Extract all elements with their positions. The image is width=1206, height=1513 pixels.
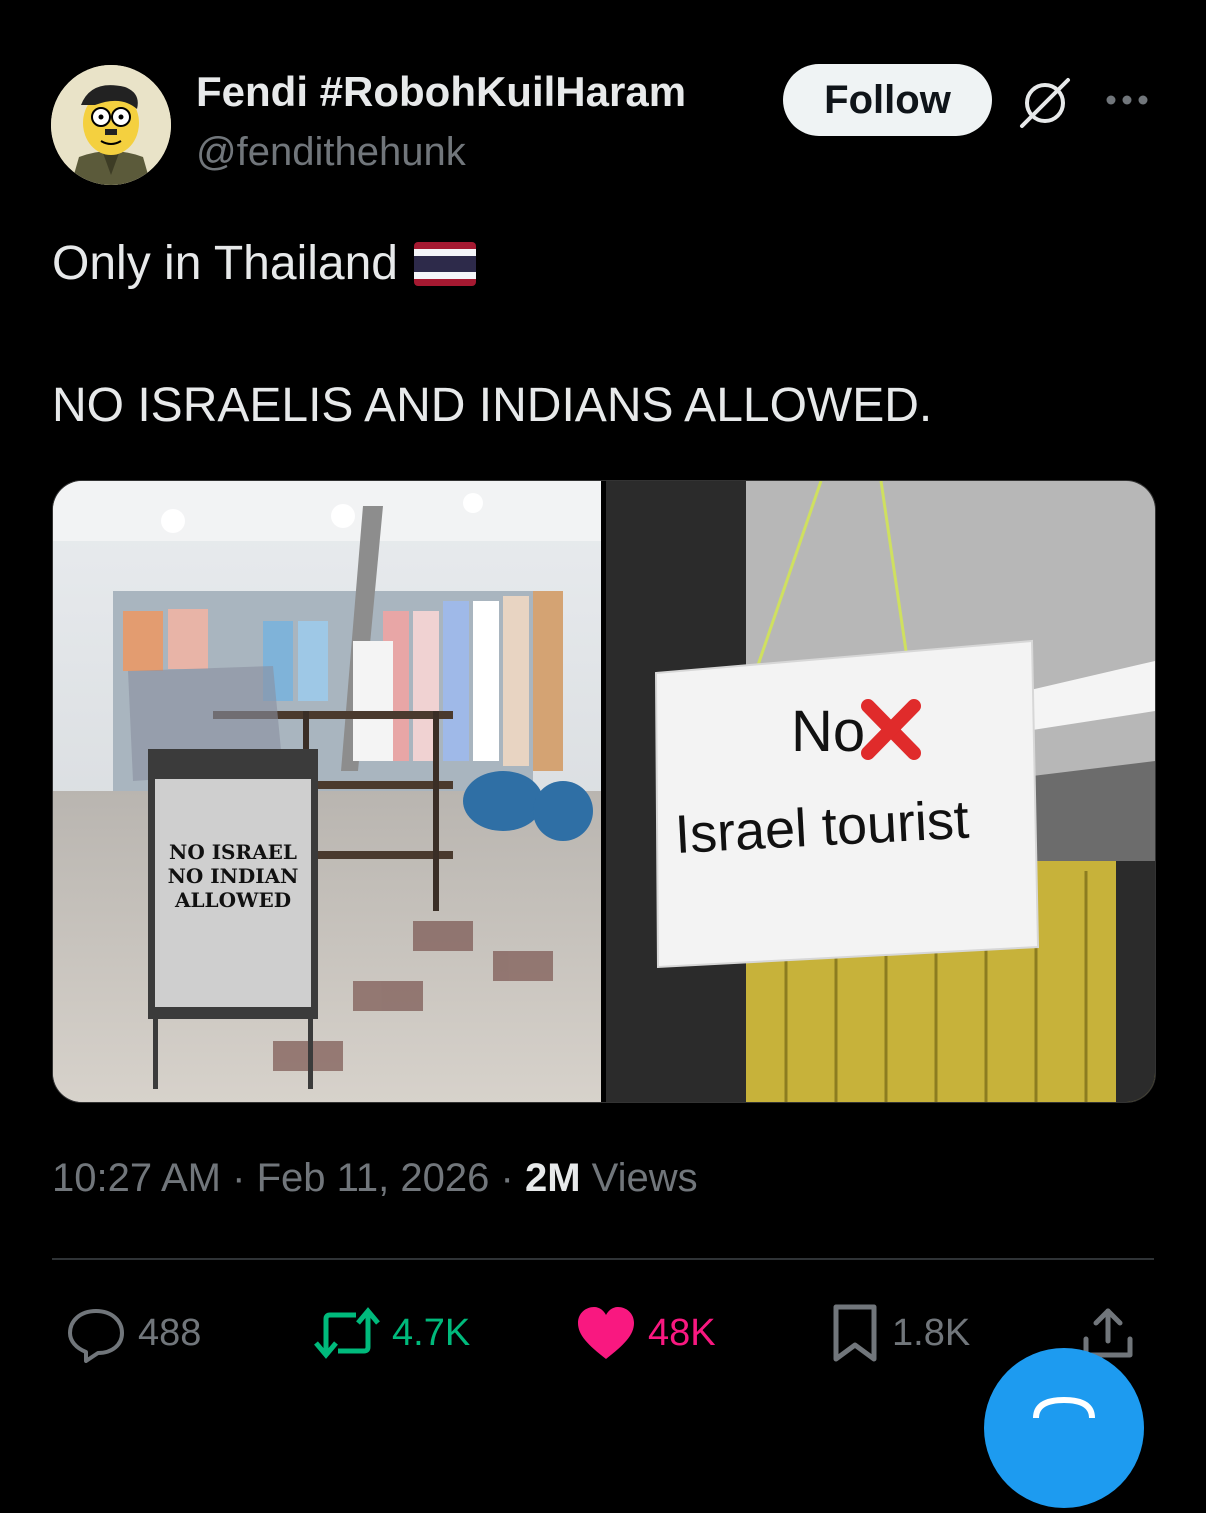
avatar-image <box>51 65 171 185</box>
bookmark-button[interactable]: 1.8K <box>830 1303 970 1363</box>
views-label: Views <box>591 1156 698 1200</box>
post-meta: 10:27 AM · Feb 11, 2026 · 2M Views <box>52 1156 698 1201</box>
more-icon[interactable] <box>1103 90 1151 110</box>
grok-icon[interactable] <box>1016 74 1074 132</box>
bookmark-icon <box>833 1304 877 1362</box>
photo-tourist-sign[interactable]: No Israel tourist <box>606 481 1155 1102</box>
post-text-line-2: NO ISRAELIS AND INDIANS ALLOWED. <box>52 379 933 432</box>
meta-separator: · <box>232 1156 246 1200</box>
like-count: 48K <box>648 1311 716 1354</box>
thailand-flag-icon <box>413 241 476 286</box>
meta-separator: · <box>500 1156 514 1200</box>
like-button[interactable]: 48K <box>576 1303 716 1363</box>
divider <box>52 1258 1154 1260</box>
bookmark-count: 1.8K <box>892 1311 971 1354</box>
sign-line-3: ALLOWED <box>174 888 291 912</box>
post-time[interactable]: 10:27 AM <box>52 1156 221 1200</box>
reply-button[interactable]: 488 <box>66 1303 201 1363</box>
author-handle[interactable]: @fendithehunk <box>196 130 466 175</box>
views-count: 2M <box>524 1156 581 1200</box>
sign-line-1: NO ISRAEL <box>169 840 297 864</box>
repost-count: 4.7K <box>392 1311 471 1354</box>
compose-icon <box>1033 1396 1095 1419</box>
sign-no-text: No <box>791 699 865 764</box>
reply-count: 488 <box>138 1311 202 1354</box>
compose-button[interactable] <box>984 1348 1144 1508</box>
author-display-name[interactable]: Fendi #RobohKuilHaram <box>196 68 686 116</box>
avatar[interactable] <box>51 65 171 185</box>
post-date[interactable]: Feb 11, 2026 <box>257 1156 490 1200</box>
follow-button[interactable]: Follow <box>783 64 992 136</box>
like-icon <box>578 1307 634 1359</box>
media-grid[interactable]: NO ISRAEL NO INDIAN ALLOWED No Israel to… <box>52 480 1156 1103</box>
photo-shop-sign[interactable]: NO ISRAEL NO INDIAN ALLOWED <box>53 481 601 1102</box>
post-text: Only in Thailand <box>52 237 398 290</box>
reply-icon <box>68 1309 124 1363</box>
sign-line-2: NO INDIAN <box>168 864 299 888</box>
repost-button[interactable]: 4.7K <box>314 1303 470 1363</box>
repost-icon <box>314 1307 380 1359</box>
post-text-line-1: Only in Thailand <box>52 236 476 291</box>
